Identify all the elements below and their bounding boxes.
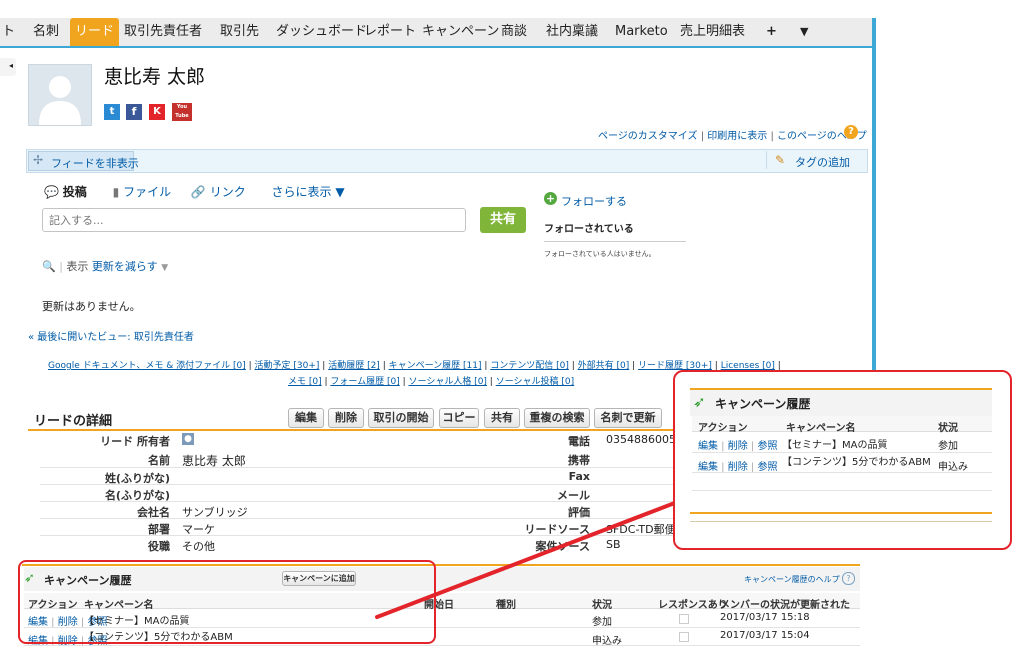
column-header: 状況 (938, 423, 958, 434)
campaign-name[interactable]: 【コンテンツ】5分でわかるABM (782, 453, 931, 468)
campaign-status: 申込み (938, 462, 968, 473)
zoom-footer-line (690, 521, 992, 522)
campaign-icon: ➶ (693, 393, 706, 411)
highlight-connector (375, 489, 708, 619)
table-row-actions: 編集 | 削除 | 参照 (698, 462, 778, 473)
connector-line (375, 489, 708, 619)
campaign-status: 参加 (938, 441, 958, 452)
row-edit-link[interactable]: 編集 (698, 441, 718, 452)
column-header: キャンペーン名 (786, 423, 856, 434)
row-view-link[interactable]: 参照 (757, 441, 777, 452)
campaign-name[interactable]: 【セミナー】MAの品質 (782, 436, 887, 451)
zoom-title: キャンペーン履歴 (715, 397, 811, 411)
row-delete-link[interactable]: 削除 (728, 441, 748, 452)
table-row-actions: 編集 | 削除 | 参照 (698, 441, 778, 452)
column-header: アクション (698, 423, 748, 434)
zoom-footer-line (690, 512, 992, 514)
row-divider (692, 472, 992, 473)
row-divider (692, 490, 992, 491)
